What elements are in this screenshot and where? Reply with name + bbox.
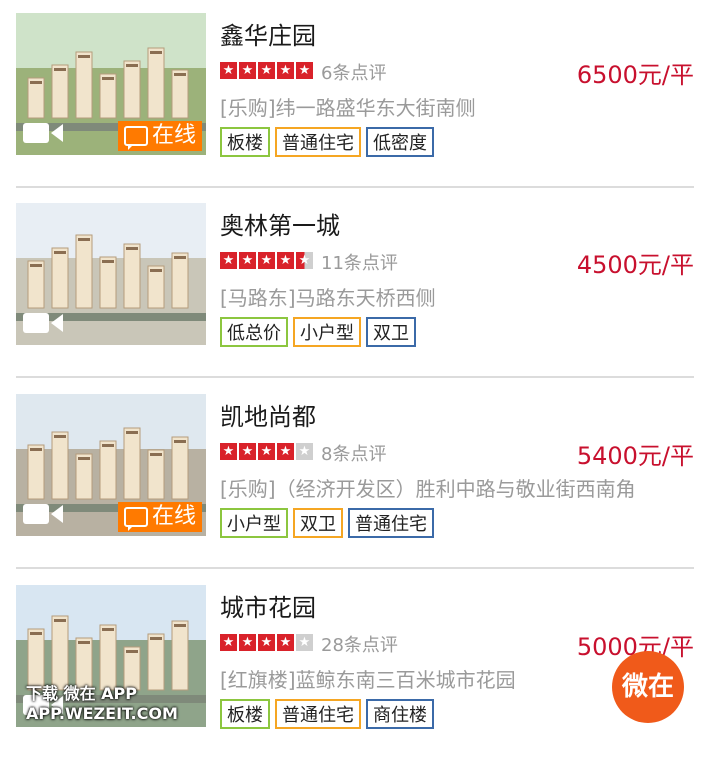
star-icon: ★ [277, 252, 294, 269]
listing-title[interactable]: 奥林第一城 [220, 206, 340, 241]
price: 5400元/平 [576, 442, 694, 470]
listing-thumbnail[interactable]: 在线 [16, 394, 206, 536]
star-icon: ★ [277, 443, 294, 460]
divider [16, 567, 694, 569]
tag-list: 低总价 小户型 双卫 [220, 317, 416, 347]
listing-item[interactable]: 城市花园 ★ ★ ★ ★ ★ 28条点评 5000元/平 [红旗楼]蓝鲸东南三百米城市花园 板楼普… [0, 572, 710, 762]
feature-tag: 普通住宅 [348, 508, 434, 538]
rating-stars: ★ ★ ★ ★ ★ [220, 634, 313, 651]
star-icon: ★ [220, 443, 237, 460]
star-icon: ★ [239, 252, 256, 269]
chat-bubble-icon [123, 126, 148, 150]
feature-tag: 普通住宅 [275, 127, 361, 157]
star-icon: ★ [220, 62, 237, 79]
star-icon: ★ [239, 443, 256, 460]
listing-address: [红旗楼]蓝鲸东南三百米城市花园 [220, 668, 516, 692]
feature-tag: 板楼 [220, 699, 270, 729]
feature-tag: 商住楼 [366, 699, 434, 729]
rating-stars: ★ ★ ★ ★ ★ [220, 62, 313, 79]
rating-stars: ★ ★ ★ ★ ★ [220, 252, 313, 269]
star-icon: ★ [239, 62, 256, 79]
listing-address: [马路东]马路东天桥西侧 [220, 286, 436, 310]
star-icon: ★ [296, 62, 313, 79]
online-label: 在线 [151, 504, 196, 529]
star-icon: ★ [258, 443, 275, 460]
star-icon: ★ [277, 62, 294, 79]
star-icon: ★ [220, 252, 237, 269]
listing-title[interactable]: 凯地尚都 [220, 397, 316, 432]
star-icon: ★ [296, 634, 313, 651]
listing-thumbnail[interactable] [16, 203, 206, 345]
video-camera-icon [22, 502, 64, 526]
feature-tag: 双卫 [366, 317, 416, 347]
online-label: 在线 [151, 123, 196, 148]
feature-tag: 普通住宅 [275, 699, 361, 729]
feature-tag: 双卫 [293, 508, 343, 538]
star-icon: ★ [258, 252, 275, 269]
star-icon: ★ [296, 443, 313, 460]
star-icon: ★ [296, 252, 313, 269]
divider [16, 186, 694, 188]
video-camera-icon [22, 311, 64, 335]
listing-item[interactable]: 奥林第一城 ★ ★ ★ ★ ★ 11条点评 4500元/平 [马路东]马路东天桥西侧 低总价 小户型… [0, 190, 710, 380]
watermark: 下载 微在 APP APP.WEZEIT.COM [26, 684, 178, 724]
listing-title[interactable]: 城市花园 [220, 588, 316, 623]
listing-item[interactable]: 在线 凯地尚都 ★ ★ ★ ★ ★ 8条点评 5400元/平 [乐购]（经济开发区）胜利中路与敬业… [0, 381, 710, 571]
tag-list: 板楼 普通住宅 商住楼 [220, 699, 434, 729]
star-icon: ★ [277, 634, 294, 651]
review-count[interactable]: 11条点评 [321, 249, 398, 275]
feature-tag: 低密度 [366, 127, 434, 157]
price: 4500元/平 [576, 251, 694, 279]
tag-list: 板楼 普通住宅 低密度 [220, 127, 434, 157]
online-badge[interactable]: 在线 [117, 121, 202, 151]
chat-bubble-icon [123, 507, 148, 531]
price: 6500元/平 [576, 61, 694, 89]
feature-tag: 低总价 [220, 317, 288, 347]
review-count[interactable]: 28条点评 [321, 631, 398, 657]
feature-tag: 小户型 [220, 508, 288, 538]
online-badge[interactable]: 在线 [117, 502, 202, 532]
star-icon: ★ [239, 634, 256, 651]
star-icon: ★ [220, 634, 237, 651]
listing-title[interactable]: 鑫华庄园 [220, 16, 316, 51]
divider [16, 376, 694, 378]
review-count[interactable]: 8条点评 [321, 440, 386, 466]
wezeit-badge[interactable]: 微在 [612, 651, 684, 723]
rating-stars: ★ ★ ★ ★ ★ [220, 443, 313, 460]
tag-list: 小户型 双卫 普通住宅 [220, 508, 434, 538]
star-icon: ★ [258, 62, 275, 79]
feature-tag: 小户型 [293, 317, 361, 347]
listing-address: [乐购]纬一路盛华东大街南侧 [220, 96, 476, 120]
video-camera-icon [22, 121, 64, 145]
listing-address: [乐购]（经济开发区）胜利中路与敬业街西南角 [220, 477, 636, 501]
watermark-line1: 下载 微在 APP [26, 684, 137, 703]
watermark-line2: APP.WEZEIT.COM [26, 704, 178, 723]
star-icon: ★ [258, 634, 275, 651]
listing-thumbnail[interactable]: 在线 [16, 13, 206, 155]
listing-item[interactable]: 在线 鑫华庄园 ★ ★ ★ ★ ★ 6条点评 6500元/平 [乐购]纬一路盛华东大街南侧 板楼 普通… [0, 0, 710, 190]
feature-tag: 板楼 [220, 127, 270, 157]
review-count[interactable]: 6条点评 [321, 59, 386, 85]
